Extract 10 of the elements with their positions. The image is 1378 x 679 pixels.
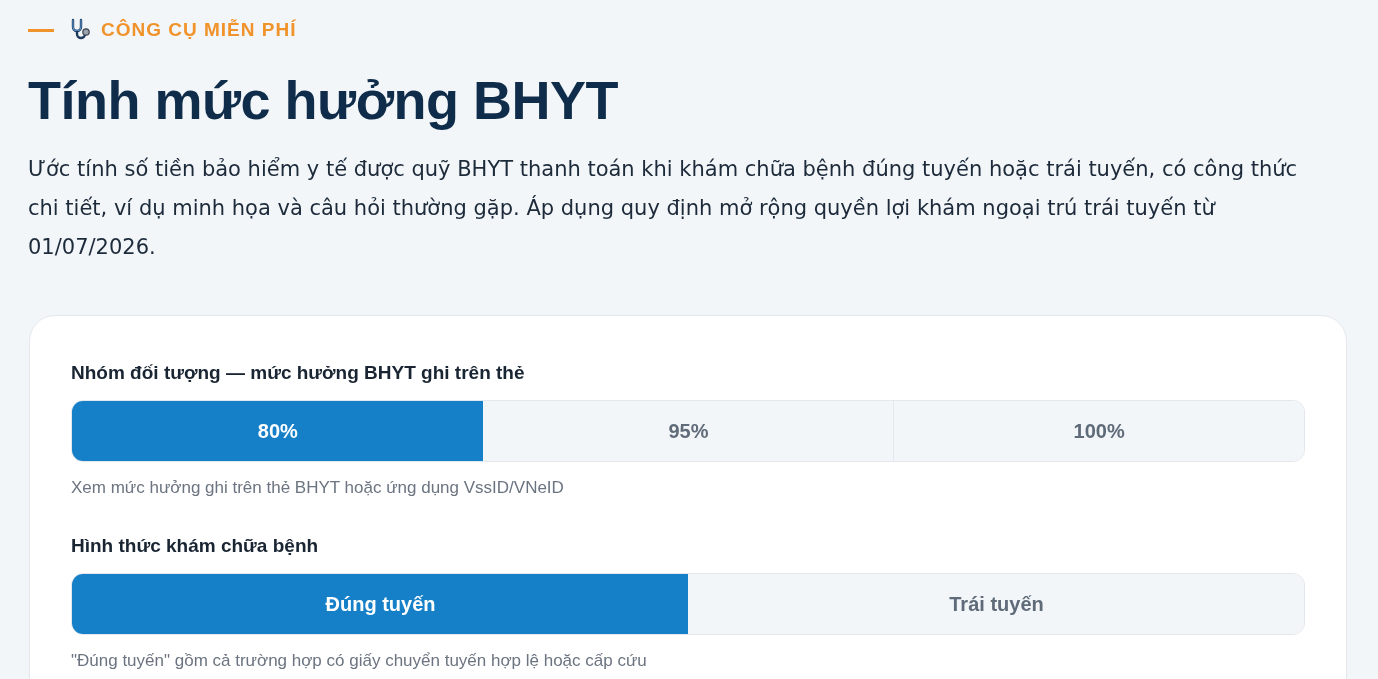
field-hint: Xem mức hưởng ghi trên thẻ BHYT hoặc ứng dụng VssID/VNeID bbox=[71, 477, 565, 499]
field-hint: "Đúng tuyến" gồm cả trường hợp có giấy chuyển tuyến hợp lệ hoặc cấp cứu bbox=[71, 650, 648, 672]
page-title: Tính mức hưởng BHYT bbox=[28, 69, 620, 132]
option-button[interactable]: Đúng tuyến bbox=[72, 574, 688, 634]
field-label: Nhóm đối tượng — mức hưởng BHYT ghi trên thẻ bbox=[71, 361, 526, 385]
page-description: Ước tính số tiền bảo hiểm y tế được quỹ BHYT thanh toán khi khám chữa bệnh đúng tuyến hoặc trái tuyến, có công thức chi tiết, ví dụ minh họa và câu hỏi thường gặp. Áp dụng quy định mở rộng quyền lợi khám ngoại trú trái tuyến từ 01/07/2026. bbox=[28, 156, 1299, 261]
option-button[interactable]: 100% bbox=[893, 401, 1304, 461]
option-button[interactable]: 80% bbox=[72, 401, 483, 461]
eyebrow-label: CÔNG CỤ MIỄN PHÍ bbox=[101, 19, 297, 41]
field-label: Hình thức khám chữa bệnh bbox=[71, 534, 320, 558]
